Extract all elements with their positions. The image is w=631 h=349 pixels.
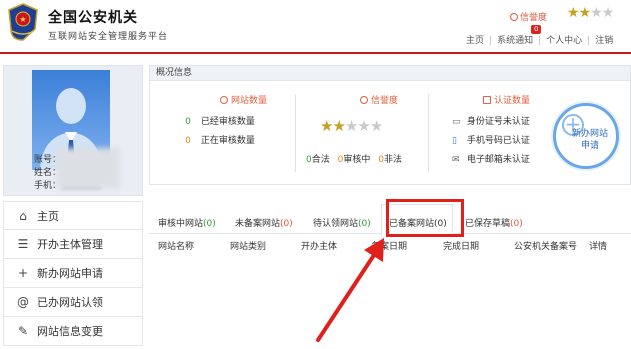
home-icon: ⌂ [19,208,27,223]
sidebar-item-subject-management[interactable]: ☰ 开办主体管理 [3,230,143,259]
credit-icon [360,96,368,104]
edit-icon: ✎ [17,324,29,338]
col-details: 详情 [589,242,608,252]
list-icon: ☰ [17,237,29,251]
audited-count: 0 已经审核数量 [185,117,255,127]
page: ★ 全国公安机关 互联网站安全管理服务平台 信誉度 ★★★★ 0 主页 | 系统通知… [0,0,631,349]
annotation-highlight-box [386,199,464,237]
tab-unfiled[interactable]: 未备案网站(0) [235,216,293,229]
svg-text:★: ★ [19,15,26,24]
col-site-category: 网站类别 [230,242,267,252]
credit-breakdown: 0合法 0审核中 0非法 [306,155,402,165]
overview-panel: 概况信息 网站数量 0 已经审核数量 0 正在审核数量 信誉度 ★★★★★ 0合… [149,65,631,185]
sidebar-menu: ⌂ 主页 ☰ 开办主体管理 + 新办网站申请 @ 已办网站认领 ✎ 网站信息变更 [3,201,143,346]
overview-title: 概况信息 [150,66,630,81]
nav-logout-link[interactable]: 注销 [595,36,613,46]
tab-to-claim[interactable]: 待认领网站(0) [313,216,371,229]
nav-home-link[interactable]: 主页 [466,36,484,46]
credit-heading: 信誉度 [360,93,398,106]
sidebar-item-label: 开办主体管理 [37,238,103,251]
col-police-record-no: 公安机关备案号 [514,242,578,252]
table-header: 网站名称 网站类别 开办主体 备案日期 完成日期 公安机关备案号 详情 [149,236,631,252]
tab-auditing[interactable]: 审核中网站(0) [158,216,216,229]
sidebar-item-claim-site[interactable]: @ 已办网站认领 [3,288,143,317]
star-icon: ★ [344,117,358,135]
star-icon: ★ [332,117,345,135]
sidebar-item-label: 已办网站认领 [37,296,103,309]
sidebar-item-label: 网站信息变更 [37,325,103,338]
header-credit-label: 信誉度 [520,13,548,23]
star-icon: ★ [357,117,370,135]
col-subject: 开办主体 [301,242,338,252]
redaction-blur [56,148,120,188]
nav-notifications-link[interactable]: 系统通知 [497,36,533,46]
sidebar-item-home[interactable]: ⌂ 主页 [3,201,143,230]
cert-phone: ▯ 手机号码已认证 [452,136,530,146]
new-site-button[interactable]: + 新办网站申请 [553,103,619,169]
sidebar-item-new-site[interactable]: + 新办网站申请 [3,259,143,288]
sidebar-item-label: 主页 [37,209,59,223]
folder-icon [483,96,491,104]
site-title: 全国公安机关 [48,10,138,26]
divider [295,94,296,172]
id-card-icon: ▭ [452,117,461,127]
star-icon: ★ [320,117,333,135]
credit-stars: ★★★★★ [320,117,383,135]
new-site-button-label: 新办网站申请 [571,129,608,151]
mail-icon: ✉ [452,155,460,165]
header: ★ 全国公安机关 互联网站安全管理服务平台 信誉度 ★★★★ 0 主页 | 系统通知… [0,0,631,54]
website-count-heading: 网站数量 [220,93,267,106]
top-nav: 主页 | 系统通知 | 个人中心 | 注销 [466,36,614,46]
divider [428,94,429,172]
star-icon: ★ [590,5,603,21]
header-credit-stars: ★★★★ [567,5,615,21]
at-icon: @ [17,295,29,309]
police-emblem-icon: ★ [8,3,38,41]
certification-heading: 认证数量 [483,93,530,106]
plus-icon: + [17,266,29,280]
sidebar-item-change-site[interactable]: ✎ 网站信息变更 [3,317,143,346]
col-site-name: 网站名称 [158,242,195,252]
check-circle-icon [220,96,228,104]
cert-email: ✉ 电子邮箱未认证 [452,155,530,165]
star-icon: ★ [369,117,383,135]
cert-id: ▭ 身份证号未认证 [452,117,530,127]
sidebar-item-label: 新办网站申请 [37,267,103,280]
site-subtitle: 互联网站安全管理服务平台 [48,32,169,42]
star-icon: ★ [601,5,615,21]
col-completion-date: 完成日期 [443,242,480,252]
auditing-count: 0 正在审核数量 [185,136,255,146]
phone-icon: ▯ [452,136,457,146]
star-icon: ★ [578,5,592,21]
col-filing-date: 备案日期 [371,242,408,252]
header-credit: 信誉度 [510,10,547,23]
star-icon: ★ [567,5,580,21]
tab-drafts[interactable]: 已保存草稿(0) [465,216,523,229]
nav-profile-link[interactable]: 个人中心 [546,36,582,46]
credit-icon [510,13,518,21]
